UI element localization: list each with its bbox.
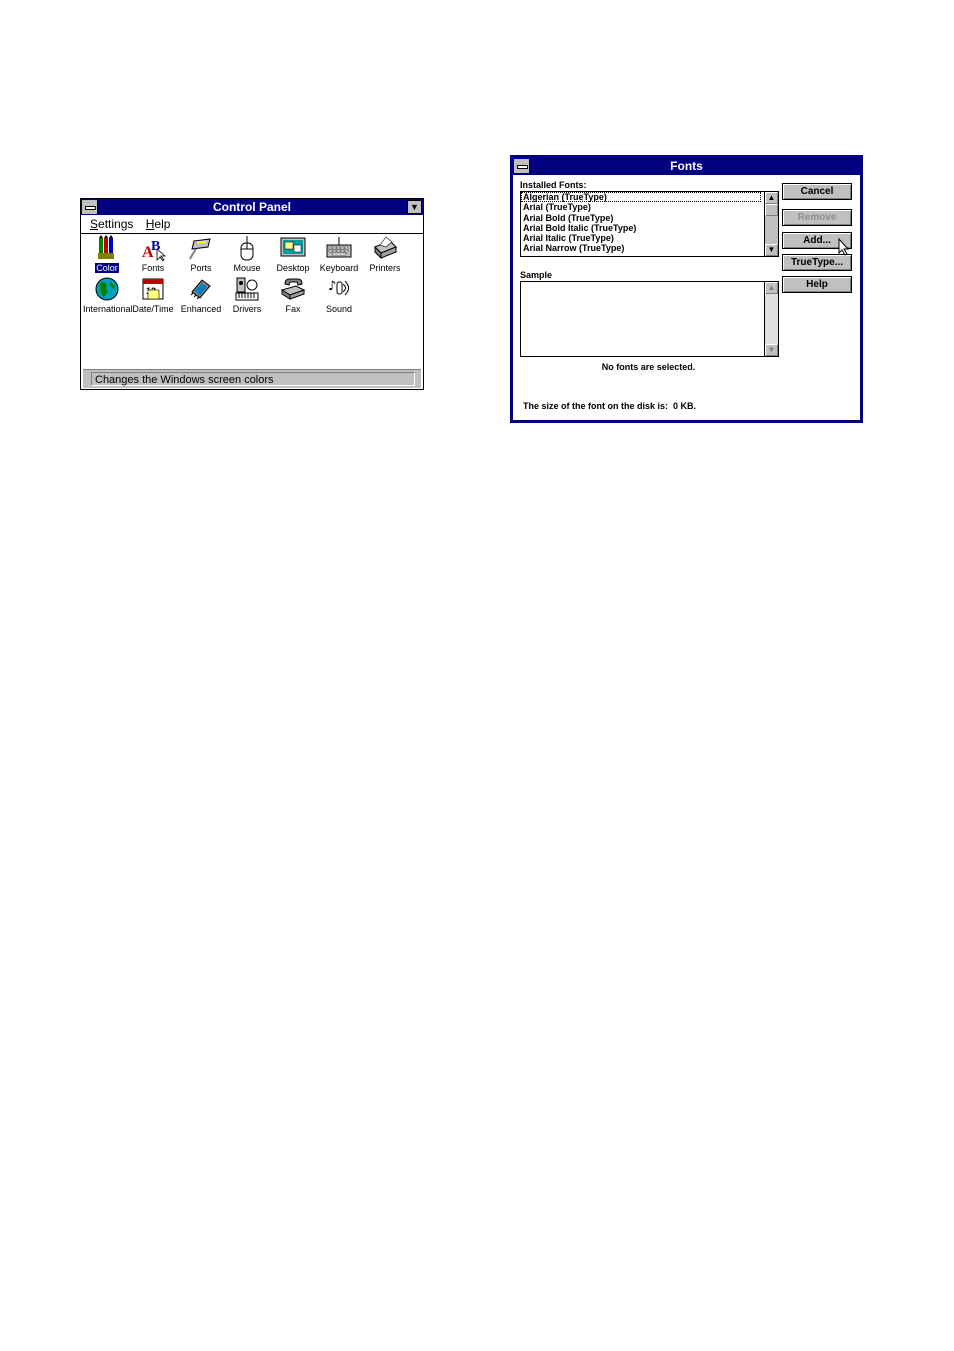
truetype-button[interactable]: TrueType... [782,254,852,271]
icon-label: Desktop [276,263,310,273]
calendar-clock-icon: 12 [142,278,164,300]
installed-fonts-label: Installed Fonts: [520,180,587,190]
installed-fonts-list[interactable]: Algerian (TrueType) Arial (TrueType) Ari… [520,191,779,257]
color-item[interactable]: Color [83,235,131,273]
scroll-up-arrow-icon: ▲ [765,282,778,294]
dialog-title: Fonts [670,159,703,173]
list-item[interactable]: Arial (TrueType) [521,202,761,212]
menu-mnemonic: H [145,217,155,231]
sound-icon: ♪ [328,279,349,296]
drivers-icon [235,277,259,301]
scroll-down-arrow-icon: ▼ [765,344,778,356]
international-item[interactable]: International [83,276,133,314]
window-title: Control Panel [212,200,291,214]
chip-icon [190,279,211,300]
icon-label: Date/Time [132,304,174,314]
icon-label: Sound [325,304,353,314]
fax-item[interactable]: Fax [269,276,317,314]
icon-label: International [83,304,133,314]
keyboard-icon [326,236,352,258]
help-button[interactable]: Help [782,276,852,293]
cancel-button[interactable]: Cancel [782,183,852,200]
globe-icon [95,277,119,301]
list-item[interactable]: Arial Bold Italic (TrueType) [521,223,761,233]
icon-label: Fonts [141,263,165,273]
control-panel-titlebar[interactable]: Control Panel ▼ [81,199,423,215]
icon-label: Drivers [232,304,262,314]
datetime-item[interactable]: 12 Date/Time [129,276,177,314]
menu-label-rest: ettings [98,217,134,231]
fonts-dialog-titlebar[interactable]: Fonts [513,158,860,175]
sound-item[interactable]: ♪ Sound [315,276,363,314]
fax-icon [280,278,306,300]
ports-item[interactable]: Ports [177,235,225,273]
sample-preview-box: ▲ ▼ [520,281,779,357]
list-item[interactable]: Arial Narrow (TrueType) [521,243,761,253]
fonts-icon: A B [142,239,166,261]
desktop-icon [280,237,306,257]
icon-label: Enhanced [180,304,222,314]
icon-label: Color [95,263,119,273]
fonts-dialog: Fonts Installed Fonts: Algerian (TrueTyp… [510,155,863,423]
keyboard-item[interactable]: Keyboard [315,235,363,273]
icon-label: Keyboard [319,263,359,273]
sample-label: Sample [520,270,553,280]
icon-label: Fax [285,304,301,314]
mouse-pointer-icon [838,238,850,256]
mouse-icon [240,235,254,261]
control-panel-window: Control Panel ▼ Settings Help Color A B … [80,198,424,390]
color-palette-icon [98,235,114,259]
icon-label: Printers [369,263,401,273]
mouse-item[interactable]: Mouse [223,235,271,273]
no-fonts-selected-text: No fonts are selected. [601,362,696,372]
drivers-item[interactable]: Drivers [223,276,271,314]
system-menu-icon[interactable] [514,159,530,173]
desktop-item[interactable]: Desktop [269,235,317,273]
icon-label: Mouse [233,263,261,273]
sample-scrollbar: ▲ ▼ [764,282,778,356]
icon-label: Ports [190,263,212,273]
font-size-on-disk-text: The size of the font on the disk is: 0 K… [523,401,697,411]
minimize-button[interactable]: ▼ [407,200,422,214]
menu-help[interactable]: Help [146,216,171,233]
fonts-item[interactable]: A B Fonts [129,235,177,273]
list-item[interactable]: Algerian (TrueType) [521,192,761,203]
printers-item[interactable]: Printers [361,235,409,273]
list-item[interactable]: Arial Italic (TrueType) [521,233,761,243]
system-menu-icon[interactable] [82,200,98,214]
icon-grid: Color A B Fonts Ports Mouse Desktop Keyb… [81,235,423,369]
list-scrollbar[interactable]: ▲ ▼ [764,192,778,256]
scroll-thumb[interactable] [765,204,778,216]
remove-button[interactable]: Remove [782,209,852,226]
menu-bar: Settings Help [81,216,423,234]
enhanced-item[interactable]: Enhanced [177,276,225,314]
menu-settings[interactable]: Settings [90,216,133,233]
svg-text:♪: ♪ [328,279,336,294]
scroll-down-arrow-icon[interactable]: ▼ [765,244,778,256]
list-item[interactable]: Arial Bold (TrueType) [521,213,761,223]
scroll-up-arrow-icon[interactable]: ▲ [765,192,778,204]
menu-label-rest: elp [154,217,171,231]
ports-icon [189,238,211,260]
status-bar: Changes the Windows screen colors [83,369,421,388]
status-text: Changes the Windows screen colors [91,372,415,386]
printer-icon [374,236,397,260]
menu-mnemonic: S [90,217,99,231]
